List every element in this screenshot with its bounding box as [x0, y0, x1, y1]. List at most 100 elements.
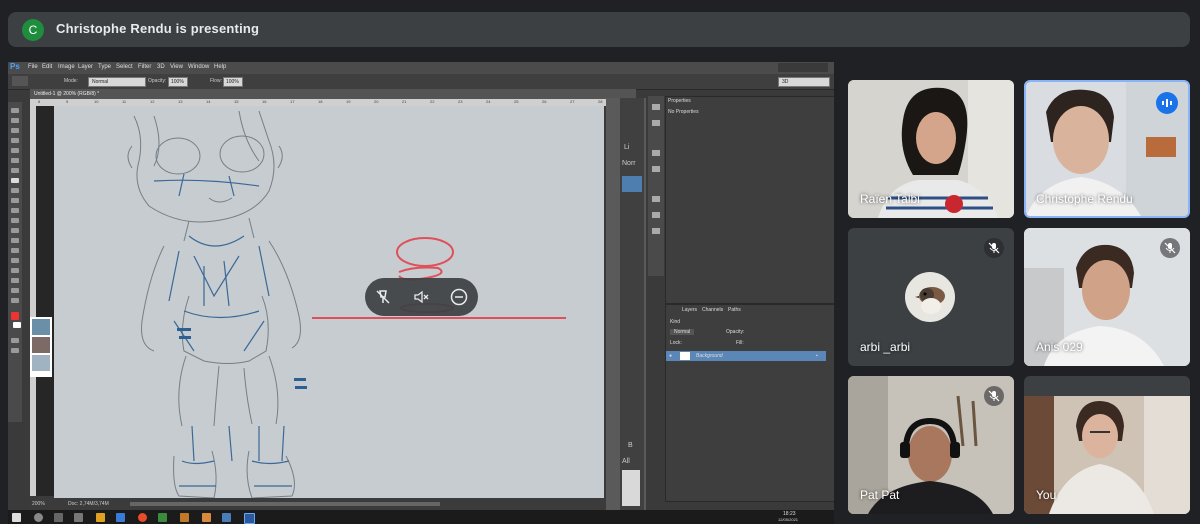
muted-indicator [984, 386, 1004, 406]
participant-tile[interactable]: Pat Pat [848, 376, 1014, 514]
3d-panel-icon[interactable] [652, 228, 660, 234]
mute-audio-button[interactable] [411, 287, 431, 307]
menu-select[interactable]: Select [116, 64, 133, 70]
reference-thumb [32, 319, 50, 335]
menu-file[interactable]: File [28, 64, 38, 70]
opacity-field[interactable]: 100% [168, 77, 188, 87]
participant-tile[interactable]: Raïen Talbi [848, 80, 1014, 218]
brush-tool-icon[interactable] [11, 178, 19, 183]
quick-mask-icon[interactable] [11, 338, 19, 343]
store-icon[interactable] [116, 513, 125, 522]
layer-visibility-eye-icon[interactable]: ● [669, 353, 672, 359]
drawing-canvas[interactable] [54, 106, 604, 500]
windows-start-icon[interactable] [12, 513, 21, 522]
gradient-tool-icon[interactable] [11, 218, 19, 223]
zoom-level[interactable]: 200% [32, 501, 45, 507]
actions-icon[interactable] [652, 120, 660, 126]
photoshop-taskbar-icon[interactable] [244, 513, 255, 524]
window-controls[interactable] [778, 63, 828, 72]
horizontal-scrollbar[interactable] [130, 502, 440, 506]
tab-paths[interactable]: Paths [728, 307, 741, 313]
lasso-tool-icon[interactable] [11, 128, 19, 133]
clone-source-icon[interactable] [652, 166, 660, 172]
mode-select[interactable]: Normal [88, 77, 146, 87]
menu-help[interactable]: Help [214, 64, 226, 70]
taskbar-app-icon[interactable] [180, 513, 189, 522]
ruler-label: 14 [206, 99, 211, 104]
move-tool-icon[interactable] [11, 108, 19, 113]
menu-type[interactable]: Type [98, 64, 111, 70]
photoshop-menubar: Ps File Edit Image Layer Type Select Fil… [8, 62, 834, 74]
workspace-select[interactable]: 3D [778, 77, 830, 87]
layer-blend-mode[interactable]: Normal [670, 329, 695, 335]
workspace-value: 3D [782, 79, 789, 85]
quick-select-tool-icon[interactable] [11, 138, 19, 143]
history-brush-tool-icon[interactable] [11, 198, 19, 203]
panel-layers-abbrev[interactable]: Li [624, 144, 629, 151]
eyedropper-tool-icon[interactable] [11, 158, 19, 163]
menu-layer[interactable]: Layer [78, 64, 93, 70]
zoom-tool-icon[interactable] [11, 298, 19, 303]
participant-tile-self[interactable]: You [1024, 376, 1190, 514]
participant-tile[interactable]: arbi _arbi [848, 228, 1014, 366]
taskbar-app-icon[interactable] [74, 513, 83, 522]
layer-opacity-label: Opacity: [726, 329, 745, 335]
foreground-color-swatch[interactable] [11, 312, 19, 320]
type-tool-icon[interactable] [11, 258, 19, 263]
brush-panel-icon[interactable] [652, 150, 660, 156]
menu-image[interactable]: Image [58, 64, 75, 70]
layer-lock-icon: ▪ [816, 353, 818, 359]
paragraph-icon[interactable] [652, 212, 660, 218]
tab-channels[interactable]: Channels [702, 307, 723, 313]
stamp-tool-icon[interactable] [11, 188, 19, 193]
background-color-swatch[interactable] [13, 322, 21, 328]
firefox-icon[interactable] [138, 513, 147, 522]
healing-tool-icon[interactable] [11, 168, 19, 173]
taskbar-app-icon[interactable] [202, 513, 211, 522]
menu-filter[interactable]: Filter [138, 64, 151, 70]
layer-row[interactable]: ● Background ▪ [666, 351, 826, 361]
layer-kind-filter[interactable]: Kind [670, 319, 680, 325]
ruler-label: 9 [66, 99, 69, 104]
crop-tool-icon[interactable] [11, 148, 19, 153]
properties-tab[interactable]: Properties [668, 98, 691, 104]
shape-tool-icon[interactable] [11, 278, 19, 283]
taskbar-date: 12/05/2021 [778, 517, 799, 522]
canvas-pasteboard [36, 106, 56, 496]
menu-view[interactable]: View [170, 64, 183, 70]
taskbar-app-icon[interactable] [158, 513, 167, 522]
layer-lock-label: Lock: [670, 340, 682, 346]
collapsed-panel-column-2: Li Norr B All [620, 98, 644, 510]
ruler-label: 20 [374, 99, 379, 104]
screen-mode-icon[interactable] [11, 348, 19, 353]
hand-tool-icon[interactable] [11, 288, 19, 293]
task-view-icon[interactable] [54, 513, 63, 522]
pen-tool-icon[interactable] [11, 248, 19, 253]
taskbar-app-icon[interactable] [222, 513, 231, 522]
search-icon[interactable] [34, 513, 43, 522]
tab-layers[interactable]: Layers [682, 307, 697, 313]
path-select-tool-icon[interactable] [11, 268, 19, 273]
participant-tile-active-speaker[interactable]: Christophe Rendu [1024, 80, 1190, 218]
file-explorer-icon[interactable] [96, 513, 105, 522]
blur-tool-icon[interactable] [11, 228, 19, 233]
document-tab[interactable]: Untitled-1 @ 200% (RGB/8) * [30, 89, 636, 99]
panel-all-abbrev[interactable]: All [622, 458, 630, 465]
menu-3d[interactable]: 3D [157, 64, 165, 70]
dodge-tool-icon[interactable] [11, 238, 19, 243]
marquee-tool-icon[interactable] [11, 118, 19, 123]
ruler-label: 19 [346, 99, 351, 104]
audio-level-icon [1162, 99, 1172, 107]
flow-field[interactable]: 100% [223, 77, 243, 87]
panel-blend-abbrev: Norr [622, 160, 636, 167]
minimize-button[interactable] [449, 287, 469, 307]
participant-tile[interactable]: Anis 029 [1024, 228, 1190, 366]
character-icon[interactable] [652, 196, 660, 202]
menu-window[interactable]: Window [188, 64, 209, 70]
panel-bottom-abbrev: B [628, 442, 633, 449]
menu-edit[interactable]: Edit [42, 64, 52, 70]
eraser-tool-icon[interactable] [11, 208, 19, 213]
brush-preset-icon[interactable] [12, 76, 28, 86]
mute-presenter-button[interactable] [373, 287, 393, 307]
history-icon[interactable] [652, 104, 660, 110]
